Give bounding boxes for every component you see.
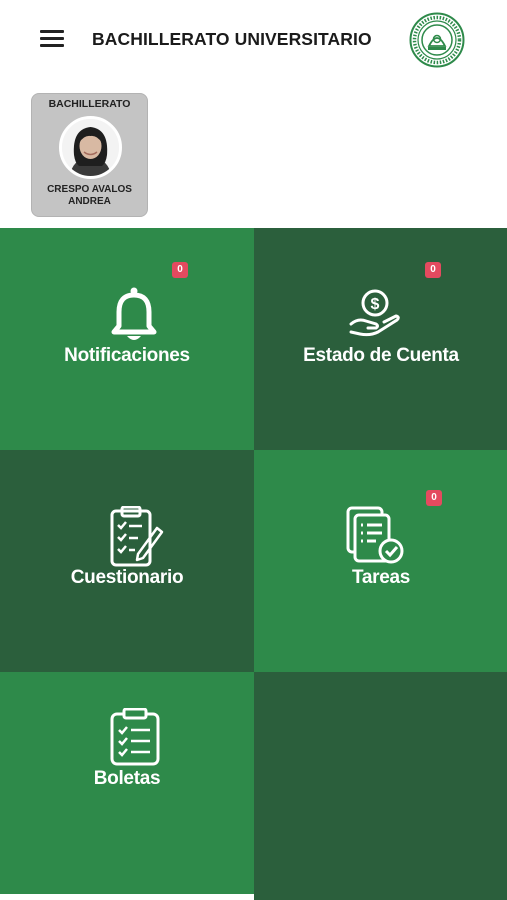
school-seal-logo <box>409 12 465 68</box>
app-title: BACHILLERATO UNIVERSITARIO <box>92 29 372 49</box>
tile-estado-de-cuenta[interactable]: 0 $ Estado de Cuenta <box>254 228 507 450</box>
menu-grid: 0 Notificaciones 0 $ Estado de Cuenta Cu… <box>0 228 507 900</box>
tile-label: Notificaciones <box>64 345 190 366</box>
tile-empty <box>254 672 507 900</box>
profile-name: CRESPO AVALOS ANDREA <box>34 184 145 208</box>
tile-label: Boletas <box>93 768 161 789</box>
tile-label: Cuestionario <box>70 567 184 588</box>
tile-label: Tareas <box>351 567 411 588</box>
notification-badge: 0 <box>425 262 441 278</box>
app-header: BACHILLERATO UNIVERSITARIO <box>0 0 507 80</box>
student-profile-card[interactable]: BACHILLERATO CRESPO AVALOS ANDREA <box>31 93 148 217</box>
bell-icon <box>111 287 157 340</box>
tile-tareas[interactable]: 0 Tareas <box>254 450 507 672</box>
hamburger-menu-icon[interactable] <box>40 30 64 50</box>
tile-boletas[interactable]: Boletas <box>0 672 254 894</box>
profile-name-line1: CRESPO AVALOS <box>47 184 132 195</box>
profile-name-line2: ANDREA <box>68 196 111 207</box>
notification-badge: 0 <box>426 490 442 506</box>
money-hand-icon: $ <box>349 289 400 337</box>
documents-check-icon <box>346 506 404 564</box>
svg-text:$: $ <box>371 296 380 313</box>
profile-program: BACHILLERATO <box>48 98 131 110</box>
avatar <box>59 116 122 179</box>
clipboard-checklist-icon <box>110 506 164 567</box>
tile-notificaciones[interactable]: 0 Notificaciones <box>0 228 254 450</box>
tile-label: Estado de Cuenta <box>303 345 459 366</box>
clipboard-list-icon <box>110 708 160 766</box>
notification-badge: 0 <box>172 262 188 278</box>
tile-cuestionario[interactable]: Cuestionario <box>0 450 254 672</box>
